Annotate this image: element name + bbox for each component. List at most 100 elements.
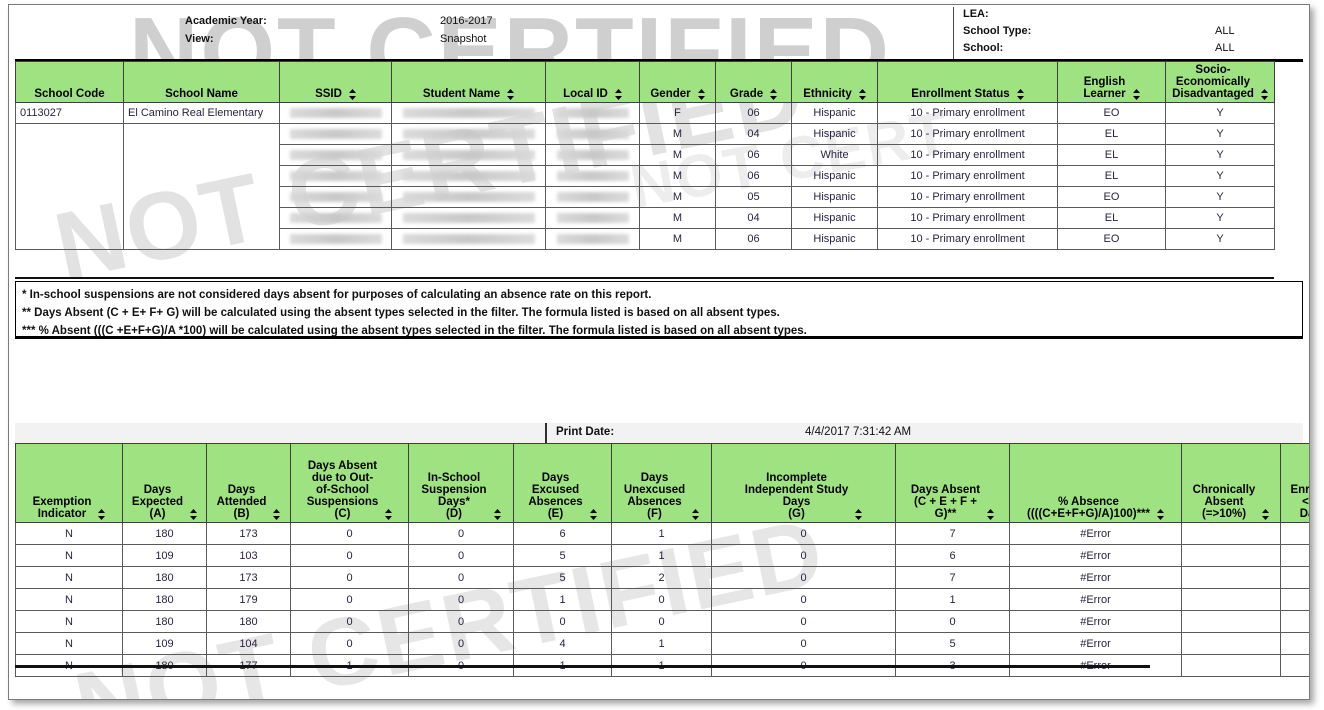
sort-toggle-icon[interactable] — [1260, 89, 1268, 100]
table-row[interactable]: M 06 Hispanic 10 - Primary enrollment EL Y — [15, 165, 1275, 187]
print-date-label: Print Date: — [556, 426, 615, 438]
cell-exemption: N — [15, 588, 123, 611]
cell-pct-absence: #Error — [1009, 522, 1182, 545]
cell-unexcused: 0 — [611, 610, 712, 633]
cell-school-name — [123, 186, 280, 208]
table-row[interactable]: M 06 White 10 - Primary enrollment EL Y — [15, 144, 1275, 166]
student-header-ethnicity[interactable]: Ethnicity — [791, 61, 878, 103]
table-row[interactable]: N 109 104 0 0 4 1 0 5 #Error — [15, 632, 1309, 655]
cell-ssid — [279, 102, 392, 124]
table-row[interactable]: M 04 Hispanic 10 - Primary enrollment EL Y — [15, 123, 1275, 145]
redacted-value — [289, 171, 382, 181]
sort-toggle-icon[interactable] — [589, 509, 597, 520]
sort-toggle-icon[interactable] — [98, 509, 106, 520]
student-header-grade[interactable]: Grade — [715, 61, 792, 103]
column-label: Days Excused Absences (E) — [528, 472, 583, 520]
absence-header-incomplete-independent-study-days-g[interactable]: Incomplete Independent Study Days (G) — [711, 443, 896, 523]
sort-toggle-icon[interactable] — [692, 509, 700, 520]
cell-enrolled-lt-30 — [1280, 588, 1309, 611]
cell-oss: 0 — [290, 588, 409, 611]
sort-toggle-icon[interactable] — [385, 509, 393, 520]
sort-toggle-icon[interactable] — [770, 89, 778, 100]
absence-header-days-unexcused-absences-f[interactable]: Days Unexcused Absences (F) — [611, 443, 712, 523]
absence-header-exemption-indicator[interactable]: Exemption Indicator — [15, 443, 123, 523]
table-row[interactable]: M 06 Hispanic 10 - Primary enrollment EO Y — [15, 228, 1275, 250]
cell-iss: 0 — [408, 610, 514, 633]
table-row[interactable]: N 180 173 0 0 6 1 0 7 #Error — [15, 522, 1309, 545]
cell-chronically-absent — [1181, 654, 1281, 677]
student-header-local-id[interactable]: Local ID — [545, 61, 640, 103]
sort-toggle-icon[interactable] — [348, 89, 356, 100]
table-row[interactable]: N 180 173 0 0 5 2 0 7 #Error — [15, 566, 1309, 589]
absence-header-absence-c-e-f-g-a-100[interactable]: % Absence ((((C+E+F+G)/A)100)*** — [1009, 443, 1182, 523]
sort-toggle-icon[interactable] — [1132, 89, 1140, 100]
student-header-ssid[interactable]: SSID — [279, 61, 392, 103]
cell-sed: Y — [1165, 165, 1275, 187]
absence-header-days-absent-c-e-f-g[interactable]: Days Absent (C + E + F + G)** — [895, 443, 1010, 523]
cell-enrolled-lt-30 — [1280, 654, 1309, 677]
student-header-socio-economically-disadvantaged[interactable]: Socio- Economically Disadvantaged — [1165, 61, 1275, 103]
sort-toggle-icon[interactable] — [855, 509, 863, 520]
table-row[interactable]: N 180 179 0 0 1 0 0 1 #Error — [15, 588, 1309, 611]
sort-toggle-icon[interactable] — [614, 89, 622, 100]
redacted-value — [402, 108, 535, 118]
absence-header-days-excused-absences-e[interactable]: Days Excused Absences (E) — [513, 443, 612, 523]
print-date-divider — [545, 423, 547, 443]
cell-enrolled-lt-30 — [1280, 522, 1309, 545]
absence-table: Exemption Indicator Days Expected (A) Days Att… — [15, 443, 1309, 677]
cell-days-absent: 5 — [895, 632, 1010, 655]
cell-english-learner: EO — [1057, 228, 1166, 250]
print-date-bar: Print Date: 4/4/2017 7:31:42 AM — [15, 423, 1303, 443]
student-header-english-learner[interactable]: English Learner — [1057, 61, 1166, 103]
student-header-gender[interactable]: Gender — [639, 61, 716, 103]
cell-pct-absence: #Error — [1009, 566, 1182, 589]
sort-toggle-icon[interactable] — [697, 89, 705, 100]
sort-toggle-icon[interactable] — [1016, 89, 1024, 100]
sort-toggle-icon[interactable] — [1262, 509, 1270, 520]
table-row[interactable]: N 109 103 0 0 5 1 0 6 #Error — [15, 544, 1309, 567]
student-header-enrollment-status[interactable]: Enrollment Status — [877, 61, 1058, 103]
sort-toggle-icon[interactable] — [493, 509, 501, 520]
absence-header-chronically-absent-10[interactable]: Chronically Absent (=>10%) — [1181, 443, 1281, 523]
sort-toggle-icon[interactable] — [507, 89, 515, 100]
cell-english-learner: EL — [1057, 123, 1166, 145]
student-header-school-name: School Name — [123, 61, 280, 103]
absence-header-enrolled-30-days[interactable]: Enrolled< 30Days — [1280, 443, 1309, 523]
sort-toggle-icon[interactable] — [190, 509, 198, 520]
cell-english-learner: EL — [1057, 165, 1166, 187]
absence-header-days-absent-due-to-out-of-school-suspens[interactable]: Days Absent due to Out-of-School Suspensio… — [290, 443, 409, 523]
cell-exemption: N — [15, 522, 123, 545]
redacted-value — [402, 150, 535, 160]
table-row[interactable]: M 04 Hispanic 10 - Primary enrollment EL Y — [15, 207, 1275, 229]
column-label: Enrollment Status — [911, 88, 1010, 100]
cell-ssid — [279, 228, 392, 250]
cell-ssid — [279, 186, 392, 208]
cell-unexcused: 1 — [611, 544, 712, 567]
cell-school-name — [123, 123, 280, 145]
cell-oss: 0 — [290, 632, 409, 655]
footnote-1: * In-school suspensions are not consider… — [22, 289, 652, 301]
cell-english-learner: EO — [1057, 186, 1166, 208]
student-header-student-name[interactable]: Student Name — [391, 61, 546, 103]
cell-independent-study: 0 — [711, 632, 896, 655]
cell-days-expected: 180 — [122, 610, 207, 633]
table-row[interactable]: M 05 Hispanic 10 - Primary enrollment EO Y — [15, 186, 1275, 208]
absence-header-in-school-suspension-days-d[interactable]: In-School Suspension Days* (D) — [408, 443, 514, 523]
student-table-body: 0113027 El Camino Real Elementary F 06 Hispa… — [15, 102, 1275, 250]
cell-grade: 06 — [715, 144, 792, 166]
student-table-header-row: School Code School Name SSID Student Name Lo… — [15, 61, 1275, 103]
absence-header-days-attended-b[interactable]: Days Attended (B) — [206, 443, 291, 523]
cell-days-attended: 179 — [206, 588, 291, 611]
table-row[interactable]: 0113027 El Camino Real Elementary F 06 Hispa… — [15, 102, 1275, 124]
cell-exemption: N — [15, 544, 123, 567]
table-row[interactable]: N 180 180 0 0 0 0 0 0 #Error — [15, 610, 1309, 633]
sort-toggle-icon[interactable] — [273, 509, 281, 520]
sort-toggle-icon[interactable] — [1157, 509, 1164, 520]
cell-enrollment-status: 10 - Primary enrollment — [877, 207, 1058, 229]
cell-oss: 0 — [290, 610, 409, 633]
absence-header-days-expected-a[interactable]: Days Expected (A) — [122, 443, 207, 523]
cell-local-id — [545, 228, 640, 250]
sort-toggle-icon[interactable] — [858, 89, 866, 100]
academic-year-label: Academic Year: — [185, 15, 267, 27]
sort-toggle-icon[interactable] — [987, 509, 995, 520]
